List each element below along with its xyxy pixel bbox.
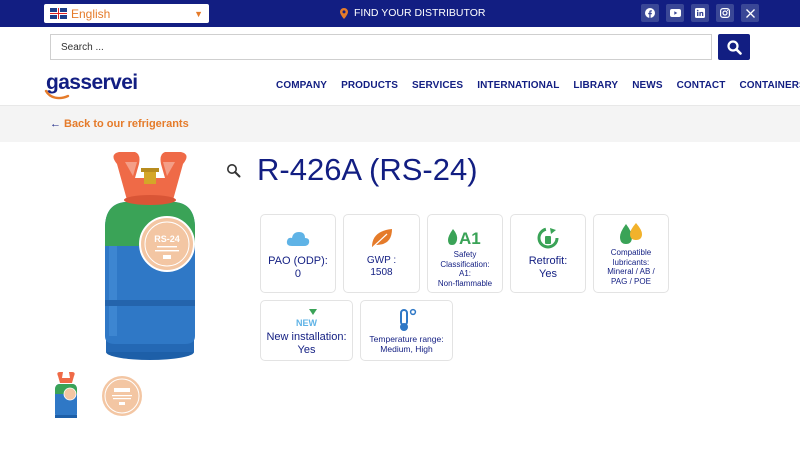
back-link[interactable]: ← Back to our refrigerants xyxy=(50,118,189,130)
product-image[interactable]: RS-24 xyxy=(95,150,205,362)
nav-news[interactable]: NEWS xyxy=(632,80,662,91)
svg-text:A1: A1 xyxy=(459,229,481,246)
top-bar: English ▼ FIND YOUR DISTRIBUTOR xyxy=(0,0,800,27)
thermometer-icon xyxy=(399,308,416,331)
social-links xyxy=(641,4,759,22)
property-label: Temperature range: Medium, High xyxy=(369,334,444,355)
chevron-down-icon: ▼ xyxy=(194,9,203,19)
language-label: English xyxy=(71,6,111,21)
find-distributor-link[interactable]: FIND YOUR DISTRIBUTOR xyxy=(340,7,485,19)
search-input[interactable] xyxy=(50,34,712,60)
recycle-icon xyxy=(537,227,559,249)
nav-products[interactable]: PRODUCTS xyxy=(341,80,398,91)
property-label: Compatible lubricants: Mineral / AB / PA… xyxy=(607,248,655,286)
back-link-label: Back to our refrigerants xyxy=(64,118,189,130)
property-card-lubricants: Compatible lubricants: Mineral / AB / PA… xyxy=(593,214,669,293)
instagram-icon[interactable] xyxy=(716,4,734,22)
nav-library[interactable]: LIBRARY xyxy=(573,80,618,91)
property-card-temperature: Temperature range: Medium, High xyxy=(360,300,453,361)
oil-drops-icon xyxy=(620,223,642,244)
nav-company[interactable]: COMPANY xyxy=(276,80,327,91)
linkedin-icon[interactable] xyxy=(691,4,709,22)
property-card-safety: A1 Safety Classification: A1: Non-flamma… xyxy=(427,214,503,293)
property-label: GWP : 1508 xyxy=(366,255,397,278)
x-icon[interactable] xyxy=(741,4,759,22)
youtube-icon[interactable] xyxy=(666,4,684,22)
location-pin-icon xyxy=(340,7,348,19)
property-label: PAO (ODP): 0 xyxy=(268,255,328,281)
zoom-icon[interactable] xyxy=(226,163,241,178)
property-card-odp: PAO (ODP): 0 xyxy=(260,214,336,293)
property-label: Safety Classification: A1: Non-flammable xyxy=(437,250,493,288)
nav-international[interactable]: INTERNATIONAL xyxy=(477,80,559,91)
leaf-icon xyxy=(371,229,392,248)
main-nav: COMPANY PRODUCTS SERVICES INTERNATIONAL … xyxy=(276,80,800,91)
new-icon: NEW xyxy=(296,309,318,328)
search-button[interactable] xyxy=(718,34,750,60)
search-icon xyxy=(726,39,742,55)
property-card-retrofit: Retrofit: Yes xyxy=(510,214,586,293)
logo-text: gasservei xyxy=(46,72,138,94)
thumbnail-label[interactable] xyxy=(100,374,144,418)
nav-containers[interactable]: CONTAINERS xyxy=(739,80,800,91)
nav-services[interactable]: SERVICES xyxy=(412,80,463,91)
property-label: New installation: Yes xyxy=(266,331,347,357)
property-card-new-installation: NEW New installation: Yes xyxy=(260,300,353,361)
property-card-gwp: GWP : 1508 xyxy=(343,214,420,293)
uk-flag-icon xyxy=(50,8,67,19)
product-title: R-426A (RS-24) xyxy=(257,152,478,187)
property-label: Retrofit: Yes xyxy=(528,255,568,281)
cloud-icon xyxy=(286,231,310,246)
svg-text:NEW: NEW xyxy=(296,318,318,328)
thumbnail-cylinder[interactable] xyxy=(52,372,80,418)
language-selector[interactable]: English ▼ xyxy=(44,4,209,23)
find-distributor-label: FIND YOUR DISTRIBUTOR xyxy=(354,7,486,19)
facebook-icon[interactable] xyxy=(641,4,659,22)
gasservei-logo[interactable]: gasservei xyxy=(44,72,154,100)
arrow-left-icon: ← xyxy=(50,118,61,130)
a1-flame-icon: A1 xyxy=(448,229,481,246)
nav-contact[interactable]: CONTACT xyxy=(677,80,726,91)
search-bar xyxy=(50,34,750,60)
cylinder-label: RS-24 xyxy=(154,234,180,244)
